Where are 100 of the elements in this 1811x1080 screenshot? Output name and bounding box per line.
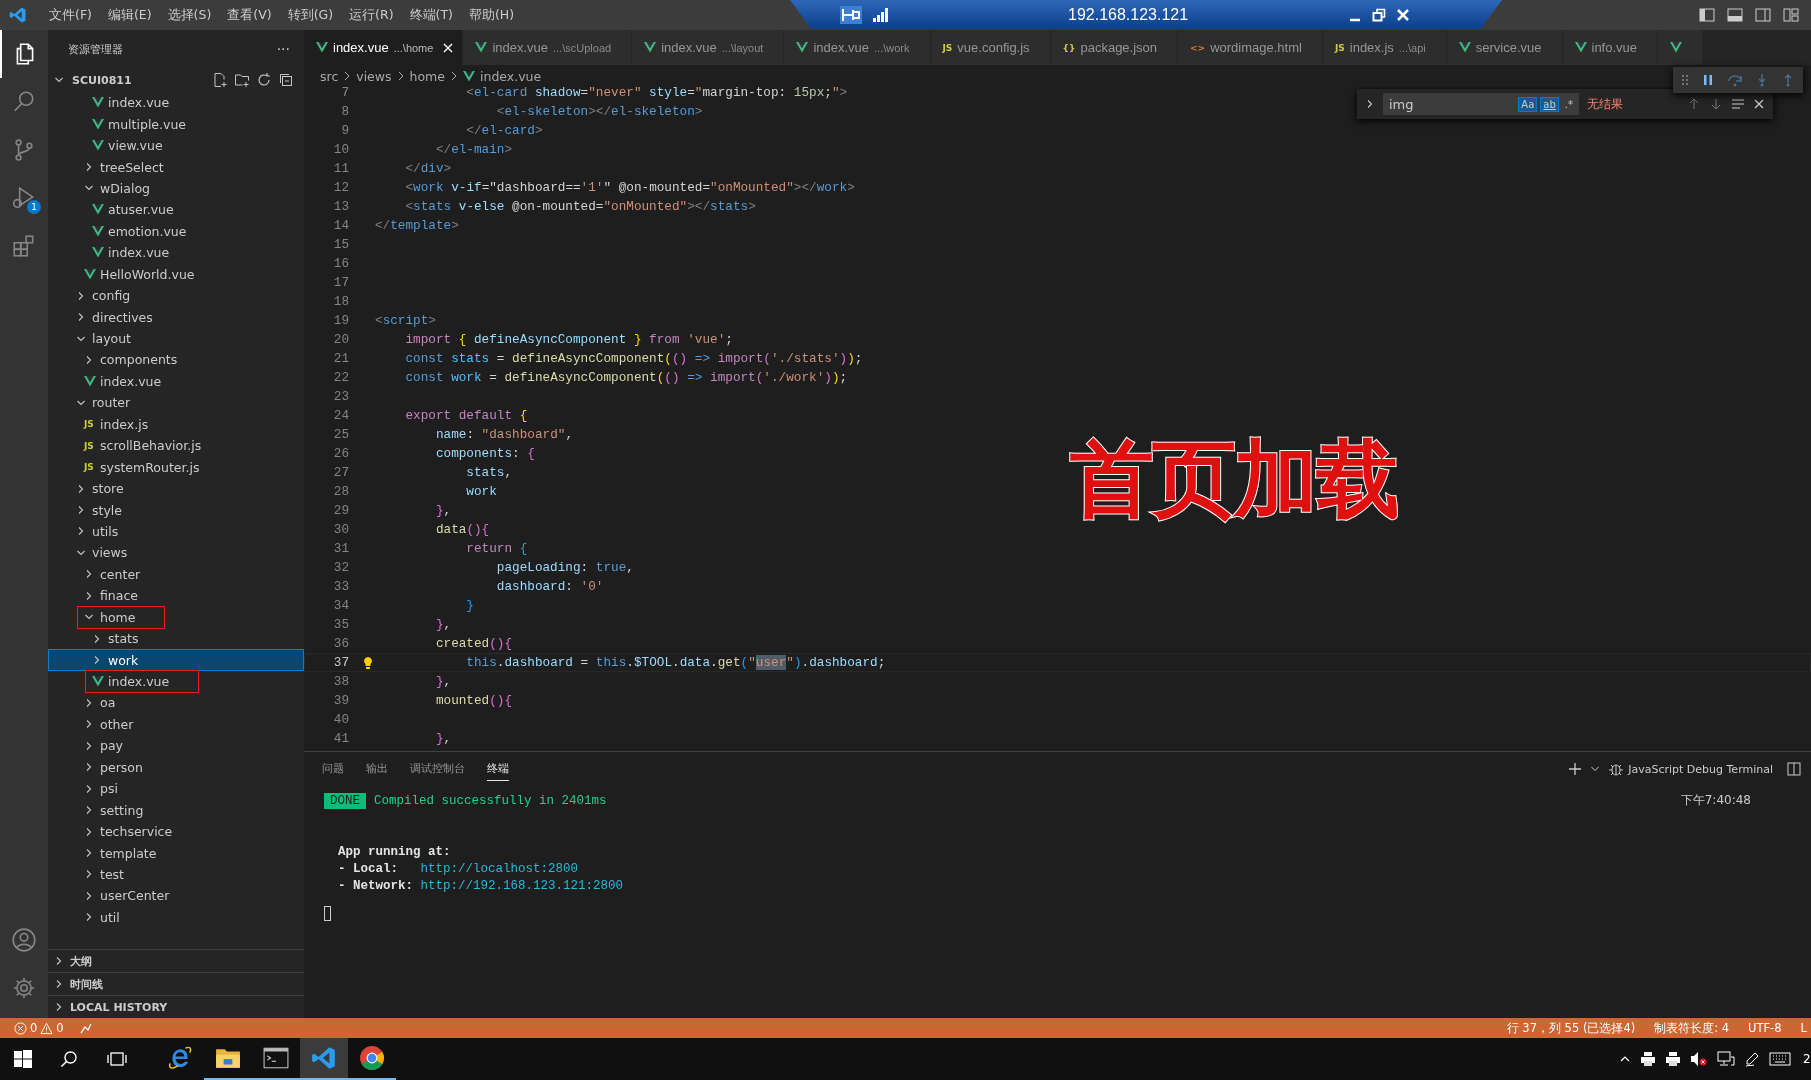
tree-item[interactable]: index.vue [48, 670, 304, 693]
menu-item[interactable]: 查看(V) [219, 6, 280, 24]
line-number: 29 [332, 503, 349, 518]
tree-item[interactable]: home [48, 606, 304, 628]
tree-item[interactable]: router [48, 392, 304, 414]
clock[interactable]: 2 [1803, 1052, 1811, 1066]
tree-item[interactable]: oa [48, 692, 304, 714]
collapsed-section[interactable]: 时间线 [48, 972, 304, 995]
menu-item[interactable]: 终端(T) [401, 6, 461, 24]
tree-item[interactable]: JS systemRouter.js [48, 456, 304, 478]
tree-item[interactable]: person [48, 756, 304, 778]
code-line: }, [434, 731, 452, 746]
menu-item[interactable]: 转到(G) [279, 6, 342, 24]
panel-tab[interactable]: 问题 [322, 757, 344, 781]
panel-tab[interactable]: 输出 [366, 757, 388, 781]
editor-tab[interactable]: JS index.js ...\api [1322, 30, 1447, 65]
line-number: 31 [332, 541, 349, 556]
menu-item[interactable]: 文件(F) [41, 6, 100, 24]
breadcrumb-item[interactable]: index.vue [480, 68, 542, 84]
whole-word-toggle[interactable]: ab [1540, 96, 1559, 112]
tree-item[interactable]: userCenter [48, 885, 304, 907]
tree-item[interactable]: config [48, 284, 304, 307]
editor-tab[interactable]: JS vue.config.js [930, 30, 1051, 65]
find-field[interactable]: img Aa ab .* [1383, 93, 1579, 115]
status-item[interactable]: 制表符长度: 4 [1654, 1020, 1730, 1036]
editor-tab[interactable]: index.vue ...\scUpload [463, 30, 633, 65]
breadcrumb-item[interactable]: src [320, 68, 339, 84]
editor-tab[interactable]: {} package.json [1050, 30, 1179, 65]
tree-item[interactable]: JS index.js [48, 413, 304, 435]
terminal-name[interactable]: JavaScript Debug Terminal [1628, 762, 1773, 776]
menu-item[interactable]: 选择(S) [159, 6, 220, 24]
line-number: 26 [332, 446, 349, 461]
warning-count[interactable]: 0 [56, 1021, 64, 1035]
terminal-link[interactable]: http://192.168.123.121:2800 [420, 878, 624, 893]
overlay-caption: 首页加载 [1070, 429, 1398, 530]
tree-item[interactable]: view.vue [48, 134, 304, 157]
line-number: 21 [332, 351, 349, 366]
tree-item[interactable]: template [48, 842, 304, 864]
tree-item[interactable]: components [48, 349, 304, 371]
tree-item[interactable]: atuser.vue [48, 199, 304, 221]
code-line: <stats v-else @on-mounted="onMounted"></stats> [404, 199, 756, 214]
tree-item[interactable]: utils [48, 520, 304, 543]
tree-item[interactable]: index.vue [48, 242, 304, 264]
tree-item[interactable]: layout [48, 327, 304, 350]
tree-item[interactable]: finace [48, 585, 304, 607]
error-count[interactable]: 0 [30, 1021, 38, 1035]
tree-item[interactable]: test [48, 863, 304, 886]
tree-item[interactable]: stats [48, 627, 304, 650]
file-type-icon: {} [1062, 42, 1076, 53]
code-line: }, [434, 674, 452, 689]
project-title[interactable]: SCUI0811 [72, 73, 132, 87]
tree-item[interactable]: work [48, 649, 304, 671]
status-item[interactable]: 行 37，列 55 (已选择4) [1506, 1020, 1636, 1036]
status-item[interactable]: L [1800, 1021, 1807, 1035]
panel-tab[interactable]: 调试控制台 [410, 757, 465, 781]
editor-tab[interactable]: service.vue [1446, 30, 1563, 65]
line-number: 16 [332, 256, 349, 271]
terminal-link[interactable]: http://localhost:2800 [420, 861, 579, 876]
breadcrumb-item[interactable]: views [356, 68, 392, 84]
file-type-icon: JS [84, 419, 94, 430]
line-number: 8 [340, 104, 349, 119]
tree-item[interactable]: multiple.vue [48, 113, 304, 135]
editor-tab[interactable]: info.vue [1562, 30, 1659, 65]
regex-toggle[interactable]: .* [1561, 96, 1576, 112]
tree-item[interactable]: setting [48, 799, 304, 821]
match-case-toggle[interactable]: Aa [1518, 96, 1538, 112]
tree-item[interactable]: HelloWorld.vue [48, 263, 304, 285]
tree-item[interactable]: JS scrollBehavior.js [48, 435, 304, 457]
menu-item[interactable]: 运行(R) [341, 6, 402, 24]
tree-item[interactable]: style [48, 499, 304, 521]
tree-item[interactable]: util [48, 906, 304, 929]
tree-item[interactable]: pay [48, 735, 304, 757]
tree-item[interactable]: views [48, 542, 304, 564]
tree-item[interactable]: wDialog [48, 177, 304, 200]
panel-tab[interactable]: 终端 [487, 757, 509, 781]
tree-item[interactable]: index.vue [48, 370, 304, 393]
tree-item[interactable]: psi [48, 778, 304, 800]
tree-item[interactable]: index.vue [48, 92, 304, 114]
count-badge: 1 [27, 200, 41, 214]
status-item[interactable]: UTF-8 [1748, 1021, 1782, 1035]
tree-item[interactable]: techservice [48, 820, 304, 843]
tree-item[interactable]: directives [48, 306, 304, 328]
collapsed-section[interactable]: 大纲 [48, 949, 304, 972]
editor-tab[interactable]: <> wordimage.html [1178, 30, 1323, 65]
activity-item[interactable]: 1 [0, 174, 48, 222]
menu-item[interactable]: 编辑(E) [99, 6, 160, 24]
tree-item[interactable]: emotion.vue [48, 220, 304, 243]
tree-item[interactable]: other [48, 713, 304, 736]
code-line: </template> [375, 218, 459, 233]
editor-tab[interactable]: index.vue ...\work [784, 30, 931, 65]
editor-tab[interactable]: index.vue ...\home [304, 30, 464, 65]
file-type-icon: JS [1334, 42, 1345, 53]
tree-item[interactable]: center [48, 563, 304, 586]
menu-item[interactable]: 帮助(H) [460, 6, 523, 24]
breadcrumb-item[interactable]: home [409, 68, 445, 84]
more-actions[interactable]: ··· [276, 41, 290, 57]
editor-tab[interactable]: index.vue ...\layout [632, 30, 785, 65]
line-number: 24 [332, 408, 349, 423]
tree-item[interactable]: store [48, 477, 304, 500]
tree-item[interactable]: treeSelect [48, 156, 304, 178]
